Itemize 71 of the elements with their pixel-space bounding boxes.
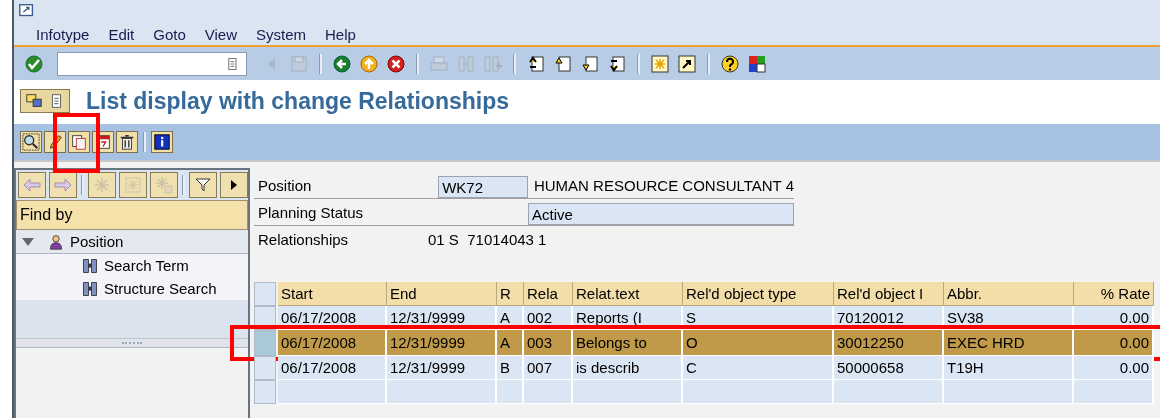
field-label: Position [257, 176, 313, 194]
table-cell: 12/31/9999 [387, 330, 497, 356]
table-cell: 06/17/2008 [278, 356, 387, 380]
magnifier-button[interactable] [20, 131, 42, 153]
column-header[interactable]: Relat.text [573, 282, 683, 306]
trash-icon [118, 133, 136, 151]
menu-item[interactable]: Goto [153, 26, 186, 44]
column-header[interactable]: Rel'd object I [834, 282, 944, 306]
info-button[interactable] [151, 131, 173, 153]
splitter-handle[interactable] [16, 338, 248, 347]
tree-toggle-icon[interactable] [25, 92, 43, 110]
field-text: 01 S 71014043 1 [428, 230, 547, 248]
table-cell: 0.00 [1074, 330, 1154, 356]
page-arrow-icon[interactable] [607, 53, 627, 74]
page-arrow-icon[interactable] [553, 53, 573, 74]
field-label: Planning Status [257, 203, 365, 221]
menu-item[interactable]: View [204, 26, 237, 44]
layout-icon[interactable] [747, 53, 767, 74]
magnifier-icon [22, 133, 40, 151]
table-cell: 06/17/2008 [278, 330, 387, 356]
table-cell: O [683, 330, 834, 356]
column-header[interactable]: R [497, 282, 524, 306]
command-field[interactable] [57, 51, 247, 76]
screen-title: List display with change Relationships [86, 87, 510, 115]
page-arrow-icon[interactable] [526, 53, 546, 74]
shortcut-icon[interactable] [677, 53, 697, 74]
table-cell: Belongs to [573, 330, 683, 356]
menu-item[interactable]: Help [325, 26, 356, 44]
table-cell: 30012250 [834, 330, 944, 356]
input-field[interactable]: Active [528, 202, 794, 225]
table-cell: 12/31/9999 [387, 356, 497, 380]
column-header[interactable]: End [387, 282, 497, 306]
help-icon[interactable] [720, 53, 740, 74]
window-icon[interactable] [650, 53, 670, 74]
copy-icon [70, 133, 88, 151]
table-cell: A [497, 330, 524, 356]
tree-item[interactable]: Position [70, 233, 124, 250]
column-header[interactable]: Start [278, 282, 387, 306]
table-cell: C [683, 356, 834, 380]
column-header[interactable]: Abbr. [944, 282, 1074, 306]
page-arrow-icon[interactable] [580, 53, 600, 74]
column-header[interactable]: Rel'd object type [683, 282, 834, 306]
column-header[interactable]: Rela [524, 282, 573, 306]
table-cell: EXEC HRD [944, 330, 1074, 356]
copy-button[interactable] [68, 131, 90, 153]
expand-toggle[interactable] [22, 237, 34, 246]
menu-item[interactable]: Infotype [36, 26, 90, 44]
field-label: Relationships [257, 230, 350, 248]
binoculars-icon [82, 257, 98, 274]
menu-item[interactable]: Edit [108, 26, 135, 44]
table-cell [497, 380, 524, 404]
panel-header: Find by [16, 200, 248, 230]
binoculars-icon [82, 280, 98, 297]
cancel-icon[interactable] [386, 53, 406, 74]
column-header[interactable]: % Rate [1074, 282, 1154, 306]
check-icon[interactable] [24, 53, 44, 74]
table-cell: B [497, 356, 524, 380]
person-icon [48, 233, 64, 250]
input-field[interactable]: WK72 [438, 175, 528, 198]
table-cell: T19H [944, 356, 1074, 380]
back-icon[interactable] [332, 53, 352, 74]
table-cell: 50000658 [834, 356, 944, 380]
table-cell: 007 [524, 356, 573, 380]
table-cell: 003 [524, 330, 573, 356]
info-icon [153, 133, 171, 151]
menu-item[interactable]: System [256, 26, 307, 44]
table-cell: 0.00 [1074, 356, 1154, 380]
table-cell: is describ [573, 356, 683, 380]
field-text: HUMAN RESOURCE CONSULTANT 4 [533, 176, 794, 194]
trash-button[interactable] [116, 131, 138, 153]
table-cell [524, 380, 573, 404]
